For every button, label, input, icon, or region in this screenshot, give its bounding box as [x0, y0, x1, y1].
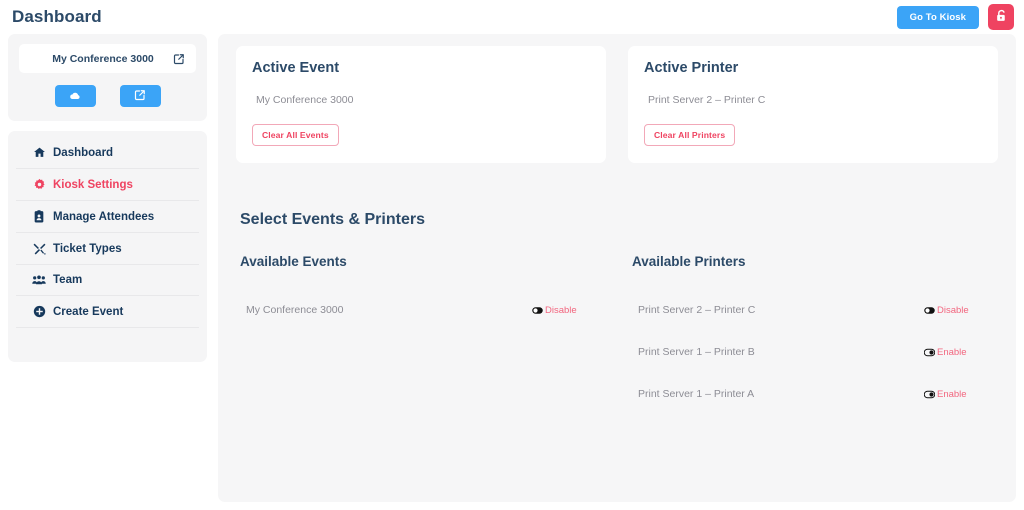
toggle-on-icon: [532, 305, 543, 316]
active-printer-card: Active Printer Print Server 2 – Printer …: [628, 46, 998, 163]
header-actions: Go To Kiosk: [896, 4, 1014, 30]
sidebar-item-dashboard[interactable]: Dashboard: [16, 137, 199, 169]
plus-circle-icon: [32, 305, 46, 318]
sidebar-item-manage-attendees[interactable]: Manage Attendees: [16, 201, 199, 233]
sidebar-item-label: Kiosk Settings: [53, 178, 133, 191]
page-title: Dashboard: [12, 7, 102, 26]
home-icon: [32, 146, 46, 159]
list-item: Print Server 1 – Printer A Enable: [628, 373, 998, 415]
select-events-printers-title: Select Events & Printers: [240, 211, 425, 228]
active-event-title: Active Event: [252, 60, 340, 76]
clear-all-events-button[interactable]: Clear All Events: [252, 124, 339, 146]
active-event-value: My Conference 3000: [256, 94, 354, 106]
active-printer-value: Print Server 2 – Printer C: [648, 94, 766, 106]
sidebar-item-label: Dashboard: [53, 146, 114, 159]
current-event-bar: My Conference 3000: [19, 44, 196, 73]
active-event-card: Active Event My Conference 3000 Clear Al…: [236, 46, 606, 163]
tools-icon: [32, 242, 46, 255]
selection-lists-row: Available Events My Conference 3000 Disa…: [236, 254, 998, 415]
current-event-card: My Conference 3000: [8, 34, 207, 121]
edit-square-icon: [134, 89, 146, 104]
available-events-heading: Available Events: [240, 254, 347, 269]
cloud-icon: [69, 89, 81, 104]
list-item: Print Server 1 – Printer B Enable: [628, 331, 998, 373]
printer-toggle-button[interactable]: Enable: [924, 347, 998, 358]
sidebar: My Conference 3000 Dashboard Kiosk Setti…: [8, 34, 207, 502]
event-card-actions: [19, 85, 196, 107]
go-to-kiosk-button[interactable]: Go To Kiosk: [896, 5, 979, 29]
current-event-name: My Conference 3000: [52, 52, 154, 65]
sidebar-item-kiosk-settings[interactable]: Kiosk Settings: [16, 169, 199, 201]
sidebar-item-label: Manage Attendees: [53, 210, 155, 223]
toggle-off-icon: [924, 347, 935, 358]
toggle-label: Disable: [545, 304, 577, 316]
main-panel: Active Event My Conference 3000 Clear Al…: [218, 34, 1016, 502]
sidebar-item-label: Create Event: [53, 305, 124, 318]
available-printers-column: Available Printers Print Server 2 – Prin…: [628, 254, 998, 415]
toggle-on-icon: [924, 305, 935, 316]
available-events-column: Available Events My Conference 3000 Disa…: [236, 254, 606, 415]
printer-name: Print Server 2 – Printer C: [638, 304, 756, 316]
active-printer-title: Active Printer: [644, 60, 739, 76]
sidebar-item-create-event[interactable]: Create Event: [16, 296, 199, 328]
printer-name: Print Server 1 – Printer A: [638, 388, 755, 400]
available-printers-heading: Available Printers: [632, 254, 746, 269]
printer-name: Print Server 1 – Printer B: [638, 346, 755, 358]
list-item: My Conference 3000 Disable: [236, 289, 606, 331]
toggle-label: Enable: [937, 388, 967, 400]
status-cards-row: Active Event My Conference 3000 Clear Al…: [236, 46, 998, 163]
id-badge-icon: [32, 210, 46, 223]
sidebar-nav: Dashboard Kiosk Settings Manage Attendee…: [8, 131, 207, 362]
edit-square-icon[interactable]: [173, 53, 185, 65]
sidebar-item-team[interactable]: Team: [16, 265, 199, 296]
lock-toggle-button[interactable]: [988, 4, 1014, 30]
printer-toggle-button[interactable]: Enable: [924, 389, 998, 400]
toggle-label: Enable: [937, 346, 967, 358]
sidebar-item-label: Team: [53, 274, 83, 286]
app-header: Dashboard Go To Kiosk: [0, 0, 1024, 34]
toggle-label: Disable: [937, 304, 969, 316]
app-body: My Conference 3000 Dashboard Kiosk Setti…: [0, 34, 1024, 510]
unlock-icon: [995, 9, 1008, 26]
sidebar-item-label: Ticket Types: [53, 242, 122, 255]
toggle-off-icon: [924, 389, 935, 400]
event-name: My Conference 3000: [246, 304, 344, 316]
edit-event-button[interactable]: [119, 85, 161, 107]
event-toggle-button[interactable]: Disable: [532, 305, 606, 316]
cloud-sync-button[interactable]: [54, 85, 96, 107]
sidebar-item-ticket-types[interactable]: Ticket Types: [16, 233, 199, 265]
printer-toggle-button[interactable]: Disable: [924, 305, 998, 316]
users-icon: [32, 274, 46, 286]
gear-icon: [32, 178, 46, 191]
clear-all-printers-button[interactable]: Clear All Printers: [644, 124, 736, 146]
list-item: Print Server 2 – Printer C Disable: [628, 289, 998, 331]
